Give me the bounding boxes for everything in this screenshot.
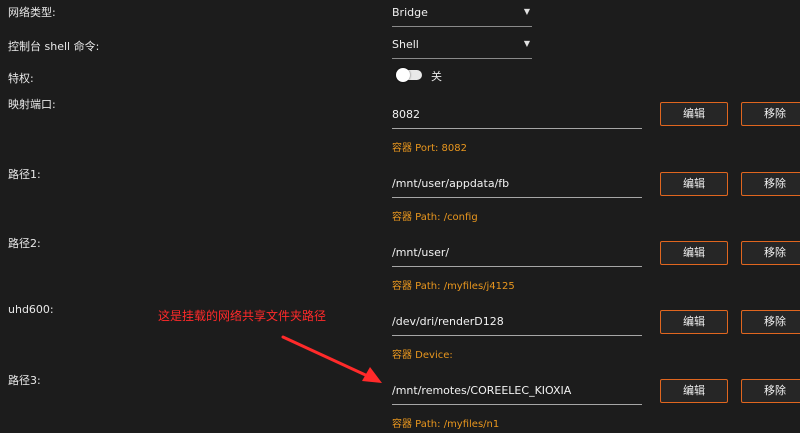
annotation-arrow-icon xyxy=(281,335,382,383)
